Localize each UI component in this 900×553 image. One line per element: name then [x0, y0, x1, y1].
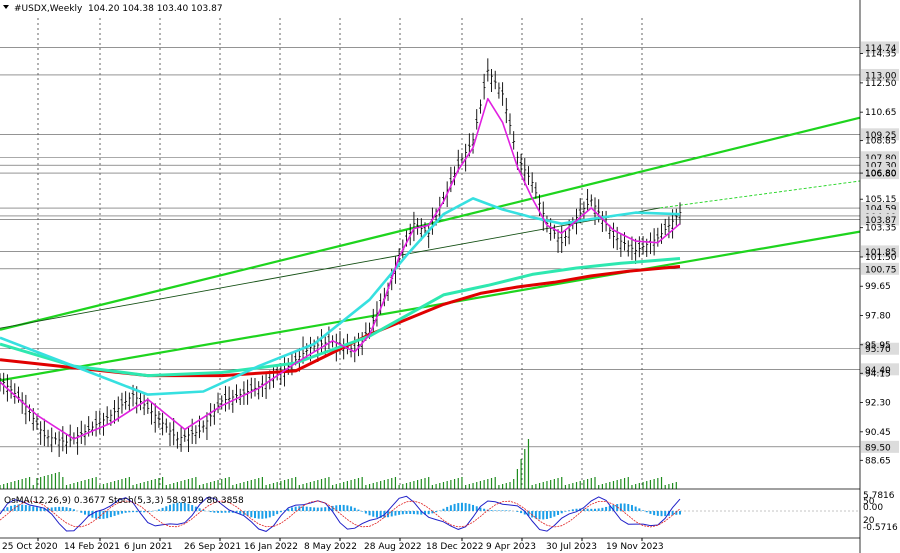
x-tick-label: 14 Feb 2021: [64, 542, 120, 552]
y-tick-label: 114.35: [865, 50, 897, 60]
chart-background: [0, 0, 900, 553]
y-tick-label: 95.95: [865, 341, 891, 351]
y-tick-label: 106.80: [865, 169, 897, 179]
x-tick-label: 8 May 2022: [304, 542, 357, 552]
y-tick-label: 110.65: [865, 108, 897, 118]
y-tick-label: 99.65: [865, 282, 891, 292]
chart-symbol: #USDX,Weekly: [14, 4, 83, 14]
x-tick-label: 6 Jun 2021: [124, 542, 172, 552]
indicator-axis-label: -0.5716: [863, 523, 898, 533]
y-tick-label: 94.15: [865, 369, 891, 379]
y-tick-label: 105.15: [865, 195, 897, 205]
y-tick-label: 92.30: [865, 399, 891, 409]
indicator-label: OsMA(12,26,9) 0.3677 Stoch(5,3,3) 58.918…: [4, 496, 244, 506]
indicator-axis-label: 0.00: [863, 503, 883, 513]
y-tick-label: 97.80: [865, 312, 891, 322]
x-tick-label: 19 Nov 2023: [606, 542, 664, 552]
level-label: 89.50: [865, 443, 891, 453]
y-tick-label: 108.85: [865, 137, 897, 147]
y-tick-label: 101.50: [865, 253, 897, 263]
chart-ohlc: 104.20 104.38 103.40 103.87: [88, 4, 223, 14]
x-tick-label: 9 Apr 2023: [486, 542, 536, 552]
x-tick-label: 30 Jul 2023: [546, 542, 597, 552]
usdx-weekly-chart[interactable]: 114.74113.00109.25107.80107.30106.80104.…: [0, 0, 900, 553]
y-tick-label: 103.35: [865, 224, 897, 234]
y-tick-label: 90.45: [865, 428, 891, 438]
x-tick-label: 16 Jan 2022: [244, 542, 298, 552]
y-tick-label: 88.65: [865, 456, 891, 466]
y-tick-label: 112.50: [865, 79, 897, 89]
x-tick-label: 28 Aug 2022: [364, 542, 422, 552]
level-label: 100.75: [865, 265, 897, 275]
x-tick-label: 26 Sep 2021: [184, 542, 241, 552]
x-tick-label: 18 Dec 2022: [426, 542, 484, 552]
x-tick-label: 25 Oct 2020: [2, 542, 58, 552]
